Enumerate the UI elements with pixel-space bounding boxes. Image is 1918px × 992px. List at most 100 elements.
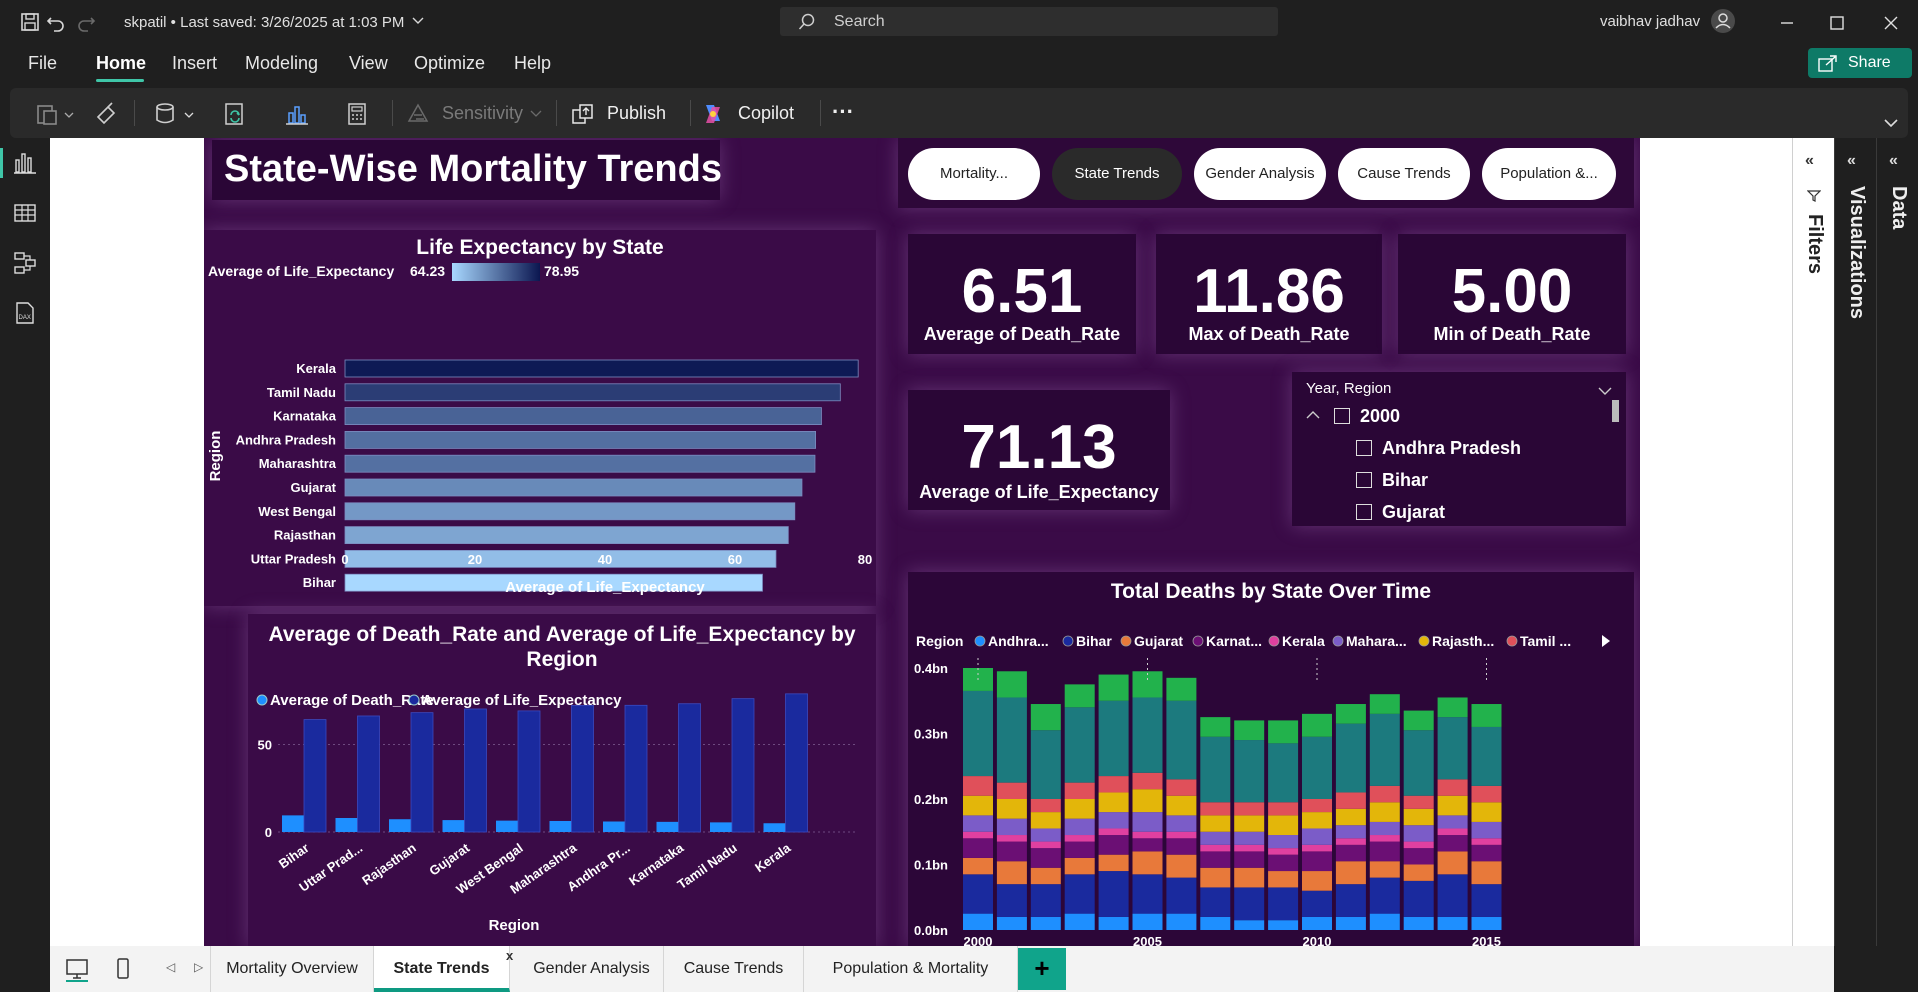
get-data-icon[interactable] [152, 101, 178, 127]
avatar[interactable] [1710, 8, 1736, 34]
calculator-icon[interactable] [344, 101, 370, 127]
legend-marker [1268, 635, 1280, 647]
chevron-up-icon[interactable] [1306, 410, 1320, 420]
chevron-down-icon[interactable] [184, 112, 194, 120]
stacked-segment [1268, 871, 1299, 888]
filters-pane[interactable]: « Filters [1792, 138, 1834, 946]
nav-button-gender-analysis[interactable]: Gender Analysis [1194, 148, 1326, 200]
maximize-icon[interactable] [1826, 12, 1848, 34]
menu-view[interactable]: View [349, 53, 388, 74]
slicer-checkbox[interactable] [1356, 472, 1372, 488]
ribbon-collapse-icon[interactable] [1884, 118, 1898, 128]
stacked-segment [1030, 841, 1061, 849]
chevron-down-icon[interactable] [1598, 386, 1612, 396]
mobile-layout-icon[interactable] [110, 956, 136, 982]
publish-icon[interactable] [570, 101, 596, 127]
tab-close-icon[interactable]: x [506, 948, 513, 963]
chevron-down-icon[interactable] [412, 16, 424, 26]
tab-state-trends[interactable]: State Trends [374, 946, 510, 992]
stacked-segment [1403, 825, 1434, 842]
legend-marker [1192, 635, 1204, 647]
redo-icon[interactable] [74, 10, 98, 34]
total-deaths-chart[interactable]: Total Deaths by State Over Time Region An… [908, 572, 1634, 946]
tab-cause-trends[interactable]: Cause Trends [664, 946, 804, 992]
nav-button-cause-trends[interactable]: Cause Trends [1338, 148, 1470, 200]
stacked-segment [963, 838, 993, 858]
collapse-icon[interactable]: « [1889, 152, 1898, 170]
tab-mortality-overview[interactable]: Mortality Overview [210, 946, 374, 992]
sensitivity-button[interactable]: Sensitivity [442, 103, 523, 124]
paste-icon[interactable] [34, 101, 60, 127]
bar-death-rate [710, 822, 732, 832]
chevron-down-icon[interactable] [64, 112, 74, 120]
publish-button[interactable]: Publish [607, 103, 666, 124]
tab-next-icon[interactable]: ▷ [194, 960, 203, 974]
life-expectancy-chart[interactable]: Life Expectancy by State Average of Life… [204, 230, 876, 606]
menu-file[interactable]: File [28, 53, 57, 74]
slicer-item-year[interactable]: 2000 [1360, 406, 1400, 427]
death-rate-life-expectancy-chart[interactable]: Average of Death_Rate and Average of Lif… [248, 614, 876, 946]
slicer-checkbox[interactable] [1356, 504, 1372, 520]
menu-home[interactable]: Home [96, 53, 146, 74]
table-view-icon[interactable] [12, 200, 38, 226]
year-region-slicer[interactable]: Year, Region 2000 Andhra Pradesh Bihar G… [1292, 372, 1626, 526]
visualizations-pane[interactable]: « Visualizations [1834, 138, 1876, 946]
kpi-card-avg-life-expectancy[interactable]: 71.13 Average of Life_Expectancy [908, 390, 1170, 510]
menu-help[interactable]: Help [514, 53, 551, 74]
tab-gender-analysis[interactable]: Gender Analysis [520, 946, 664, 992]
close-icon[interactable] [1880, 12, 1902, 34]
format-painter-icon[interactable] [94, 101, 120, 127]
nav-button-population[interactable]: Population &... [1482, 148, 1616, 200]
save-icon[interactable] [18, 10, 42, 34]
file-title[interactable]: skpatil • Last saved: 3/26/2025 at 1:03 … [124, 14, 404, 31]
report-view-icon[interactable] [12, 150, 38, 176]
refresh-icon[interactable] [222, 101, 248, 127]
tab-prev-icon[interactable]: ◁ [166, 960, 175, 974]
slicer-item[interactable]: Andhra Pradesh [1382, 438, 1521, 459]
nav-button-mortality[interactable]: Mortality... [908, 148, 1040, 200]
copilot-icon[interactable] [700, 101, 726, 127]
menu-optimize[interactable]: Optimize [414, 53, 485, 74]
collapse-icon[interactable]: « [1805, 152, 1814, 170]
more-options-button[interactable]: ··· [832, 99, 854, 125]
stacked-segment [1098, 812, 1129, 829]
menu-modeling[interactable]: Modeling [245, 53, 318, 74]
model-view-icon[interactable] [12, 250, 38, 276]
slicer-checkbox[interactable] [1334, 408, 1350, 424]
search-label: Search [834, 13, 885, 30]
user-name[interactable]: vaibhav jadhav [1600, 13, 1700, 30]
new-visual-icon[interactable] [284, 101, 310, 127]
data-pane[interactable]: « Data [1876, 138, 1918, 946]
chevron-down-icon[interactable] [530, 110, 542, 118]
menu-insert[interactable]: Insert [172, 53, 217, 74]
tab-population-mortality[interactable]: Population & Mortality [804, 946, 1018, 992]
kpi-card-avg-death-rate[interactable]: 6.51 Average of Death_Rate [908, 234, 1136, 354]
kpi-card-max-death-rate[interactable]: 11.86 Max of Death_Rate [1156, 234, 1382, 354]
stacked-segment [1166, 677, 1197, 701]
filters-label: Filters [1804, 214, 1826, 275]
nav-button-state-trends[interactable]: State Trends [1052, 148, 1182, 200]
page-title: State-Wise Mortality Trends [224, 148, 722, 190]
stacked-segment [1335, 704, 1366, 724]
stacked-segment [1335, 825, 1366, 839]
desktop-layout-icon[interactable] [64, 956, 90, 982]
slicer-item[interactable]: Bihar [1382, 470, 1428, 491]
scrollbar-thumb[interactable] [1612, 400, 1619, 422]
search-box[interactable]: Search [780, 7, 1278, 36]
copilot-button[interactable]: Copilot [738, 103, 794, 124]
sensitivity-icon[interactable] [406, 101, 432, 127]
undo-icon[interactable] [44, 10, 68, 34]
kpi-card-min-death-rate[interactable]: 5.00 Min of Death_Rate [1398, 234, 1626, 354]
dax-query-view-icon[interactable]: DAX [12, 300, 38, 326]
collapse-icon[interactable]: « [1847, 152, 1856, 170]
slicer-item[interactable]: Gujarat [1382, 502, 1445, 523]
stacked-segment [1030, 916, 1061, 930]
report-title-card[interactable]: State-Wise Mortality Trends [212, 140, 722, 200]
minimize-icon[interactable] [1776, 12, 1798, 34]
add-page-button[interactable]: + [1018, 948, 1066, 990]
share-button[interactable]: Share [1808, 48, 1912, 78]
stacked-segment [1335, 808, 1366, 826]
page-navigator[interactable]: Mortality... State Trends Gender Analysi… [898, 138, 1634, 208]
slicer-checkbox[interactable] [1356, 440, 1372, 456]
stacked-segment [1471, 861, 1502, 885]
